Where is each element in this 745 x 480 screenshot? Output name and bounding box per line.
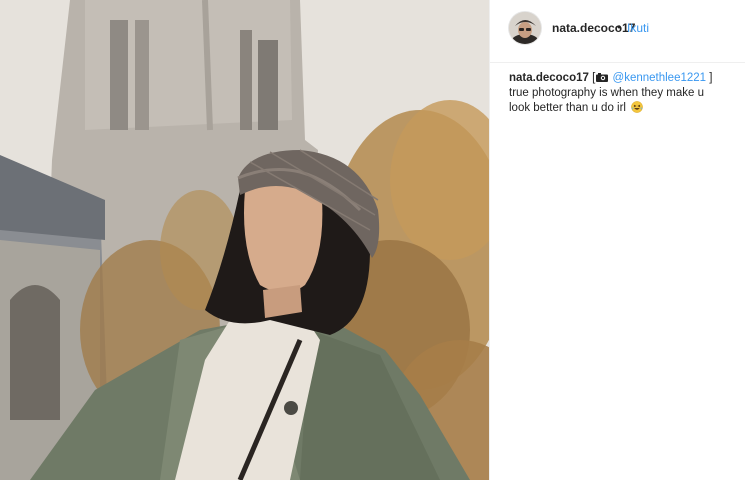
instagram-post: nata.decoco17 • Ikuti nata.decoco17 [ @k… [0,0,745,480]
camera-icon [596,73,609,82]
post-header: nata.decoco17 • Ikuti [490,0,745,63]
crying-laughing-emoji-icon [631,101,644,113]
post-caption: nata.decoco17 [ @kennethlee1221 ] true p… [509,71,724,116]
post-photo[interactable] [0,0,489,480]
caption-text-line1: true photography is when they make u [509,87,704,99]
caption-mention[interactable]: @kennethlee1221 [613,72,707,84]
caption-bracket-open: [ [592,72,596,84]
caption-bracket-close: ] [709,72,713,84]
author-username[interactable]: nata.decoco17 [552,21,635,35]
photo-illustration [0,0,489,480]
post-side-panel: nata.decoco17 • Ikuti nata.decoco17 [ @k… [489,0,745,480]
author-avatar[interactable] [509,12,541,44]
follow-button[interactable]: Ikuti [627,21,649,35]
avatar-image [509,12,541,44]
caption-text-line2: look better than u do irl [509,102,626,114]
separator-dot: • [617,20,622,34]
caption-username[interactable]: nata.decoco17 [509,72,589,84]
